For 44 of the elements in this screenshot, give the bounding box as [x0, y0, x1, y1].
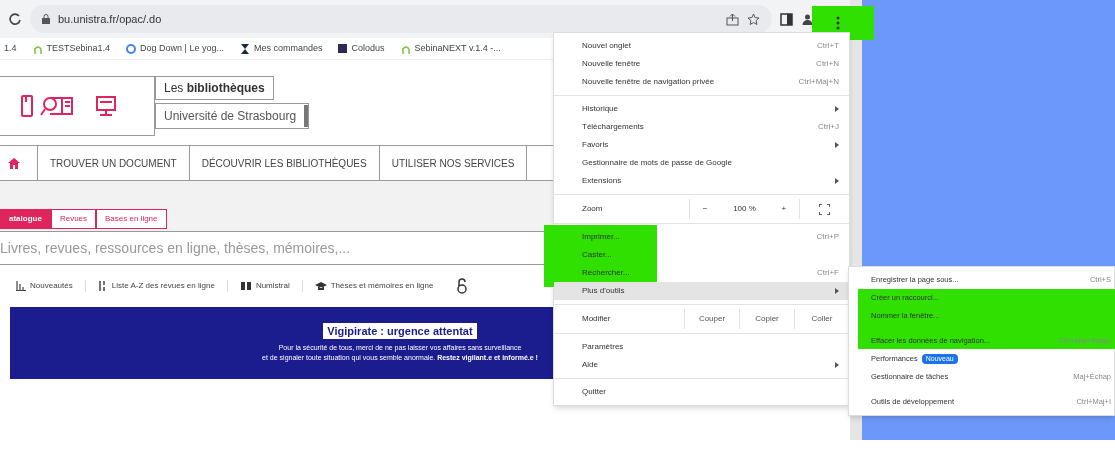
- menu-label: Modifier: [581, 313, 612, 325]
- nav-link[interactable]: UTILISER NOS SERVICES: [379, 146, 528, 180]
- bookmark[interactable]: Dog Down | Le yog...: [126, 41, 224, 56]
- edit-button[interactable]: Copier: [739, 309, 794, 329]
- search-tab[interactable]: atalogue: [0, 209, 51, 229]
- menu-item[interactable]: Extensions: [554, 172, 849, 190]
- bookmark[interactable]: Mes commandes: [239, 41, 323, 56]
- menu-item[interactable]: Favoris: [554, 136, 849, 154]
- menu-item[interactable]: Quitter: [554, 383, 849, 401]
- search-placeholder: Livres, revues, ressources en ligne, thèses, mémoires,...: [0, 238, 351, 258]
- edit-button[interactable]: Couper: [684, 309, 739, 329]
- menu-label: Zoom: [581, 203, 604, 215]
- menu-item[interactable]: Aide: [554, 356, 849, 374]
- quick-link[interactable]: Liste A-Z des revues en ligne: [111, 280, 215, 292]
- menu-item[interactable]: Nouvel onglet Ctrl+T: [554, 37, 849, 55]
- bookmark[interactable]: Colodus: [338, 41, 385, 56]
- address-bar[interactable]: bu.unistra.fr/opac/.do: [30, 5, 772, 33]
- menu-item[interactable]: Plus d'outils: [554, 282, 849, 300]
- quick-link[interactable]: Numistral: [255, 280, 290, 292]
- nav-link[interactable]: DÉCOUVRIR LES BIBLIOTHÈQUES: [189, 146, 380, 180]
- bookmark[interactable]: SebinaNEXT v.1.4 -...: [400, 41, 501, 56]
- menu-item[interactable]: Historique: [554, 100, 849, 118]
- zoom-in-button[interactable]: +: [781, 203, 787, 215]
- quick-link[interactable]: Nouveautés: [30, 280, 73, 292]
- bookmark[interactable]: 1.4: [4, 41, 17, 56]
- menu-item[interactable]: Nouvelle fenêtre Ctrl+N: [554, 55, 849, 73]
- url-text: bu.unistra.fr/opac/.do: [58, 11, 162, 27]
- alert-title: Vigipirate : urgence attentat: [323, 322, 477, 340]
- search-tab[interactable]: Bases en ligne: [96, 209, 167, 229]
- menu-item[interactable]: Nouvelle fenêtre de navigation privée Ctrl+Maj+N: [554, 73, 849, 91]
- menu-item[interactable]: Téléchargements Ctrl+J: [554, 118, 849, 136]
- logo-title: Les bibliothèques: [155, 76, 274, 100]
- menu-item[interactable]: Paramètres: [554, 338, 849, 356]
- search-tab[interactable]: Revues: [50, 209, 97, 229]
- nav-link[interactable]: TROUVER UN DOCUMENT: [38, 146, 190, 180]
- bookmark[interactable]: TESTSebina1.4: [32, 41, 111, 56]
- menu-item[interactable]: Rechercher... Ctrl+F: [554, 264, 849, 282]
- menu-item[interactable]: Caster...: [554, 246, 849, 264]
- zoom-value: 100 %: [733, 203, 756, 215]
- logo-subtitle: Université de Strasbourg: [164, 108, 298, 125]
- quick-link[interactable]: Thèses et mémoires en ligne: [330, 280, 434, 292]
- menu-item[interactable]: Imprimer... Ctrl+P: [554, 228, 849, 246]
- menu-item[interactable]: Gestionnaire de mots de passe de Google: [554, 154, 849, 172]
- zoom-out-button[interactable]: −: [702, 203, 708, 215]
